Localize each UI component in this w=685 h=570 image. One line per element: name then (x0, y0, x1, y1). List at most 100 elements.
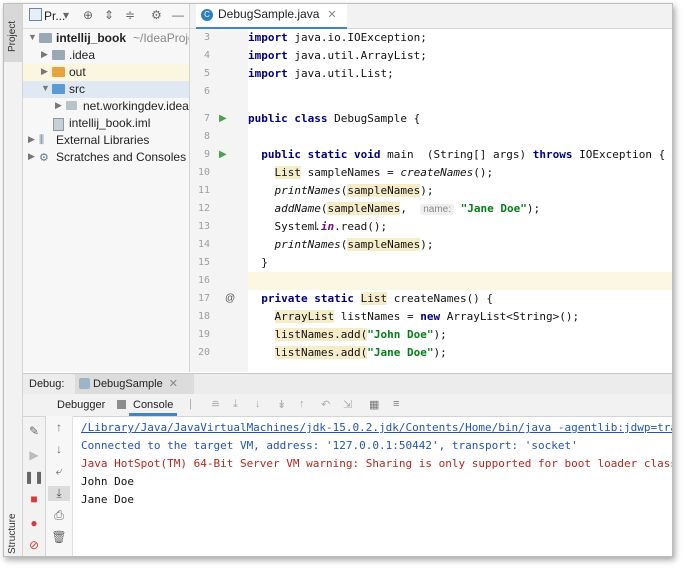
package-icon (66, 101, 77, 110)
step-over-icon[interactable]: ⤓ (233, 398, 238, 411)
evaluate-expression-icon[interactable]: ▦ (369, 398, 379, 411)
line-number: 20 (190, 344, 210, 362)
run-to-cursor-icon[interactable]: ⇲ (343, 398, 352, 411)
line-number: 6 (190, 83, 210, 101)
line-number: 4 (190, 47, 210, 65)
tree-item-scratches[interactable]: ▶ ⚙ Scratches and Consoles (23, 149, 189, 166)
console-line: Jane Doe (81, 491, 134, 509)
close-icon[interactable]: ✕ (169, 378, 178, 390)
view-breakpoints-icon[interactable]: ● (23, 516, 45, 530)
show-execution-point-icon[interactable]: ≘ (211, 398, 220, 411)
library-icon: ⫼ (39, 134, 44, 147)
code-line: System.in.read(); (248, 218, 672, 236)
locate-icon[interactable]: ⊕ (83, 8, 93, 22)
current-code-line (248, 272, 672, 290)
drop-frame-icon[interactable]: ↶ (321, 398, 330, 411)
console-line: John Doe (81, 473, 134, 491)
line-number: 9 (190, 146, 210, 164)
chevron-right-icon[interactable]: ▶ (41, 49, 48, 60)
chevron-right-icon[interactable]: ▶ (28, 151, 35, 162)
console-line: Connected to the target VM, address: '12… (81, 437, 578, 455)
code-line: List sampleNames = createNames(); (248, 164, 672, 182)
tree-item-external-libraries[interactable]: ▶ ⫼ External Libraries (23, 132, 189, 149)
chevron-right-icon[interactable]: ▶ (28, 134, 35, 145)
scratches-icon: ⚙ (39, 151, 49, 164)
structure-tool-tab[interactable]: Structure (4, 502, 22, 556)
more-icon[interactable]: ≡ (393, 398, 399, 410)
console-actions-toolbar: ↑ ↓ ⤶ ⤓ ⎙ 🗑 (46, 416, 73, 556)
line-number: 16 (190, 272, 210, 290)
collapse-all-icon[interactable]: ≑ (125, 8, 135, 22)
text-cursor-icon: I (314, 219, 317, 233)
project-tool-tab[interactable]: Project (4, 4, 22, 62)
code-line: import java.io.IOException; (248, 29, 672, 47)
project-panel-header: Pr... ▾ ⊕ ⇕ ≑ ⚙ — (23, 4, 189, 29)
code-editor[interactable]: import java.io.IOException; import java.… (248, 29, 672, 372)
chevron-right-icon[interactable]: ▶ (41, 66, 48, 77)
chevron-down-icon[interactable]: ▾ (63, 8, 69, 22)
tree-item-iml[interactable]: intellij_book.iml (23, 115, 189, 132)
line-number: 5 (190, 65, 210, 83)
console-line[interactable]: /Library/Java/JavaVirtualMachines/jdk-15… (81, 419, 672, 437)
java-class-icon: C (201, 9, 213, 21)
up-arrow-icon[interactable]: ↑ (48, 420, 70, 434)
run-main-icon[interactable]: ▶ (219, 149, 227, 160)
resume-icon[interactable]: ▶ (23, 448, 45, 462)
chevron-right-icon[interactable]: ▶ (55, 100, 62, 111)
source-folder-icon (52, 84, 65, 94)
project-panel: Pr... ▾ ⊕ ⇕ ≑ ⚙ — ▼ intellij_book ~/Idea… (23, 4, 190, 372)
line-number: 12 (190, 200, 210, 218)
tab-debugsample-java[interactable]: C DebugSample.java✕ (196, 4, 347, 30)
annotation-icon: @ (225, 293, 235, 304)
line-number: 7 (190, 110, 210, 128)
tree-item-intellij-book[interactable]: ▼ intellij_book ~/IdeaProje (23, 30, 189, 47)
code-line: private static List createNames() { (248, 290, 672, 308)
scroll-to-end-icon[interactable]: ⤓ (48, 486, 70, 501)
tab-debugger[interactable]: Debugger (57, 399, 105, 411)
force-step-into-icon[interactable]: ↡ (277, 398, 286, 411)
tree-item-out[interactable]: ▶ out (23, 64, 189, 81)
ide-window: Project Structure Pr... ▾ ⊕ ⇕ ≑ ⚙ — ▼ in… (3, 3, 673, 557)
step-into-icon[interactable]: ↓ (255, 398, 261, 410)
step-out-icon[interactable]: ↑ (299, 398, 305, 410)
close-icon[interactable]: ✕ (327, 9, 336, 21)
folder-icon (39, 33, 52, 43)
debug-actions-toolbar: ↻ ✎ ▶ ❚❚ ■ ● ⊘ (23, 394, 46, 556)
debug-tabs-toolbar: Debugger Console | ≘ ⤓ ↓ ↡ ↑ ↶ ⇲ ▦ ≡ (23, 394, 672, 417)
tree-item-idea[interactable]: ▶ .idea (23, 47, 189, 64)
line-number: 17 (190, 290, 210, 308)
gear-icon[interactable]: ⚙ (151, 8, 162, 22)
hide-icon[interactable]: — (172, 8, 184, 22)
soft-wrap-icon[interactable]: ⤶ (48, 464, 70, 479)
debug-session-icon (79, 378, 90, 389)
print-icon[interactable]: ⎙ (48, 508, 70, 523)
tree-item-package[interactable]: ▶ net.workingdev.idea (23, 98, 189, 115)
expand-all-icon[interactable]: ⇕ (104, 8, 114, 22)
code-line: listNames.add("Jane Doe"); (248, 344, 672, 362)
console-line: Java HotSpot(TM) 64-Bit Server VM warnin… (81, 455, 672, 473)
debug-session-tab[interactable]: DebugSample✕ (75, 374, 194, 394)
modify-config-icon[interactable]: ✎ (23, 424, 45, 438)
mute-breakpoints-icon[interactable]: ⊘ (23, 538, 45, 552)
code-line: addName(sampleNames, name: "Jane Doe"); (248, 200, 672, 218)
trash-icon[interactable]: 🗑 (48, 530, 70, 544)
stop-icon[interactable]: ■ (23, 492, 45, 506)
debug-tool-window-header: Debug: DebugSample✕ (23, 373, 672, 394)
tab-console[interactable]: Console (129, 394, 177, 416)
toolbar-separator: | (189, 398, 192, 410)
console-output[interactable]: /Library/Java/JavaVirtualMachines/jdk-15… (73, 417, 672, 556)
down-arrow-icon[interactable]: ↓ (48, 442, 70, 456)
code-line: public static void main (String[] args) … (248, 146, 672, 164)
chevron-down-icon[interactable]: ▼ (28, 32, 37, 42)
code-line: ArrayList listNames = new ArrayList<Stri… (248, 308, 672, 326)
pause-icon[interactable]: ❚❚ (23, 470, 45, 484)
chevron-down-icon[interactable]: ▼ (41, 83, 50, 93)
code-line: } (248, 254, 672, 272)
code-line: public class DebugSample { (248, 110, 672, 128)
tree-item-src[interactable]: ▼ src (23, 81, 189, 98)
console-icon (117, 400, 126, 409)
line-number: 11 (190, 182, 210, 200)
code-line (248, 128, 672, 146)
run-class-icon[interactable]: ▶ (219, 113, 227, 124)
parameter-hint: name: (420, 204, 454, 215)
